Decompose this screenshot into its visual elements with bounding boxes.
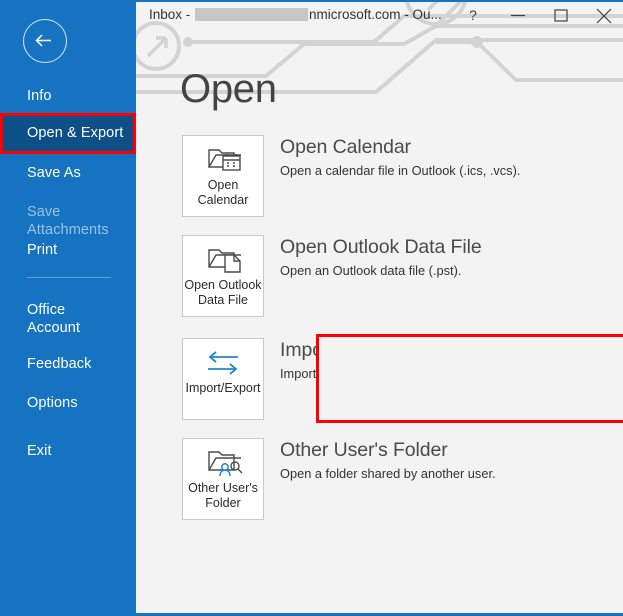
tile-label-line: Open Outlook [184, 278, 262, 292]
open-calendar-body: Open Calendar Open a calendar file in Ou… [280, 135, 520, 179]
sidebar-item-feedback[interactable]: Feedback [0, 353, 136, 373]
sidebar-item-save-attachments: Save Attachments [0, 201, 136, 239]
import-export-tile[interactable]: Import/Export [182, 338, 264, 420]
window-title: Inbox - nmicrosoft.com - Ou... [149, 7, 442, 22]
sidebar-item-label: Account [27, 320, 81, 336]
tile-label-line: Import/Export [185, 381, 261, 395]
open-calendar-tile-label: Open Calendar [183, 178, 263, 208]
other-users-folder-body: Other User's Folder Open a folder shared… [280, 438, 496, 482]
sidebar-item-label: Feedback [27, 356, 92, 372]
sidebar-item-office-account[interactable]: Office Account [0, 299, 136, 337]
window-title-suffix: nmicrosoft.com - Ou... [309, 7, 442, 22]
window-title-prefix: Inbox - [149, 7, 195, 22]
import-export-panel-background [319, 337, 623, 420]
tile-label-line: Folder [205, 496, 241, 510]
title-bar: Inbox - nmicrosoft.com - Ou... ? [136, 0, 623, 31]
other-users-folder-tile[interactable]: Other User's Folder [182, 438, 264, 520]
sidebar-item-label: Save As [27, 165, 81, 181]
window-top-accent [136, 0, 623, 2]
folder-shared-user-icon [208, 451, 243, 477]
option-open-outlook-data-file[interactable]: Open Outlook Data File Open Outlook Data … [182, 235, 602, 317]
sidebar-item-exit[interactable]: Exit [0, 440, 136, 460]
other-users-folder-description: Open a folder shared by another user. [280, 466, 496, 481]
sidebar-item-label: Office [27, 302, 66, 318]
option-open-calendar[interactable]: Open Calendar Open Calendar Open a calend… [182, 135, 602, 217]
open-calendar-title: Open Calendar [280, 136, 411, 158]
sidebar-item-label: Info [27, 88, 52, 104]
maximize-button[interactable] [540, 0, 582, 31]
close-button[interactable] [583, 0, 623, 31]
import-export-tile-label: Import/Export [183, 381, 263, 396]
tile-label-line: Data File [197, 293, 249, 307]
tile-label-line: Open [207, 178, 239, 192]
open-outlook-data-file-tile[interactable]: Open Outlook Data File [182, 235, 264, 317]
backstage-sidebar: Info Open & Export Save As Save Attachments… [0, 0, 136, 616]
sidebar-item-options[interactable]: Options [0, 392, 136, 412]
back-button[interactable] [23, 19, 67, 63]
folder-calendar-icon [208, 149, 241, 171]
other-users-folder-title: Other User's Folder [280, 439, 448, 461]
open-calendar-tile[interactable]: Open Calendar [182, 135, 264, 217]
sidebar-separator [27, 277, 111, 278]
sidebar-item-label: Print [27, 242, 58, 258]
svg-text:?: ? [469, 7, 477, 23]
other-users-folder-tile-label: Other User's Folder [183, 481, 263, 511]
sidebar-item-label: Open & Export [27, 125, 124, 141]
open-outlook-data-file-description: Open an Outlook data file (.pst). [280, 263, 462, 278]
redacted-email-bar [195, 8, 309, 21]
tile-label-line: Calendar [197, 193, 249, 207]
option-other-users-folder[interactable]: Other User's Folder Other User's Folder O… [182, 438, 602, 520]
sidebar-item-open-export[interactable]: Open & Export [0, 113, 136, 154]
open-outlook-data-file-body: Open Outlook Data File Open an Outlook d… [280, 235, 482, 279]
sidebar-item-info[interactable]: Info [0, 85, 136, 105]
sidebar-item-label: Options [27, 395, 78, 411]
help-button[interactable]: ? [452, 0, 494, 31]
open-outlook-data-file-tile-label: Open Outlook Data File [183, 278, 263, 308]
outlook-backstage-window: Open Open Calendar Open Calendar Open a … [0, 0, 623, 616]
folder-document-icon [208, 249, 241, 273]
tile-label-line: Other User's [188, 481, 258, 495]
import-export-arrows-icon [208, 351, 238, 375]
backstage-main: Open Open Calendar Open Calendar Open a … [136, 0, 623, 616]
sidebar-item-label: Exit [27, 443, 52, 459]
page-title: Open [180, 67, 277, 111]
sidebar-item-print[interactable]: Print [0, 239, 136, 259]
sidebar-item-save-as[interactable]: Save As [0, 162, 136, 182]
sidebar-item-label: Save Attachments [27, 204, 109, 238]
minimize-button[interactable] [497, 0, 539, 31]
open-calendar-description: Open a calendar file in Outlook (.ics, .… [280, 163, 521, 178]
open-outlook-data-file-title: Open Outlook Data File [280, 236, 482, 258]
